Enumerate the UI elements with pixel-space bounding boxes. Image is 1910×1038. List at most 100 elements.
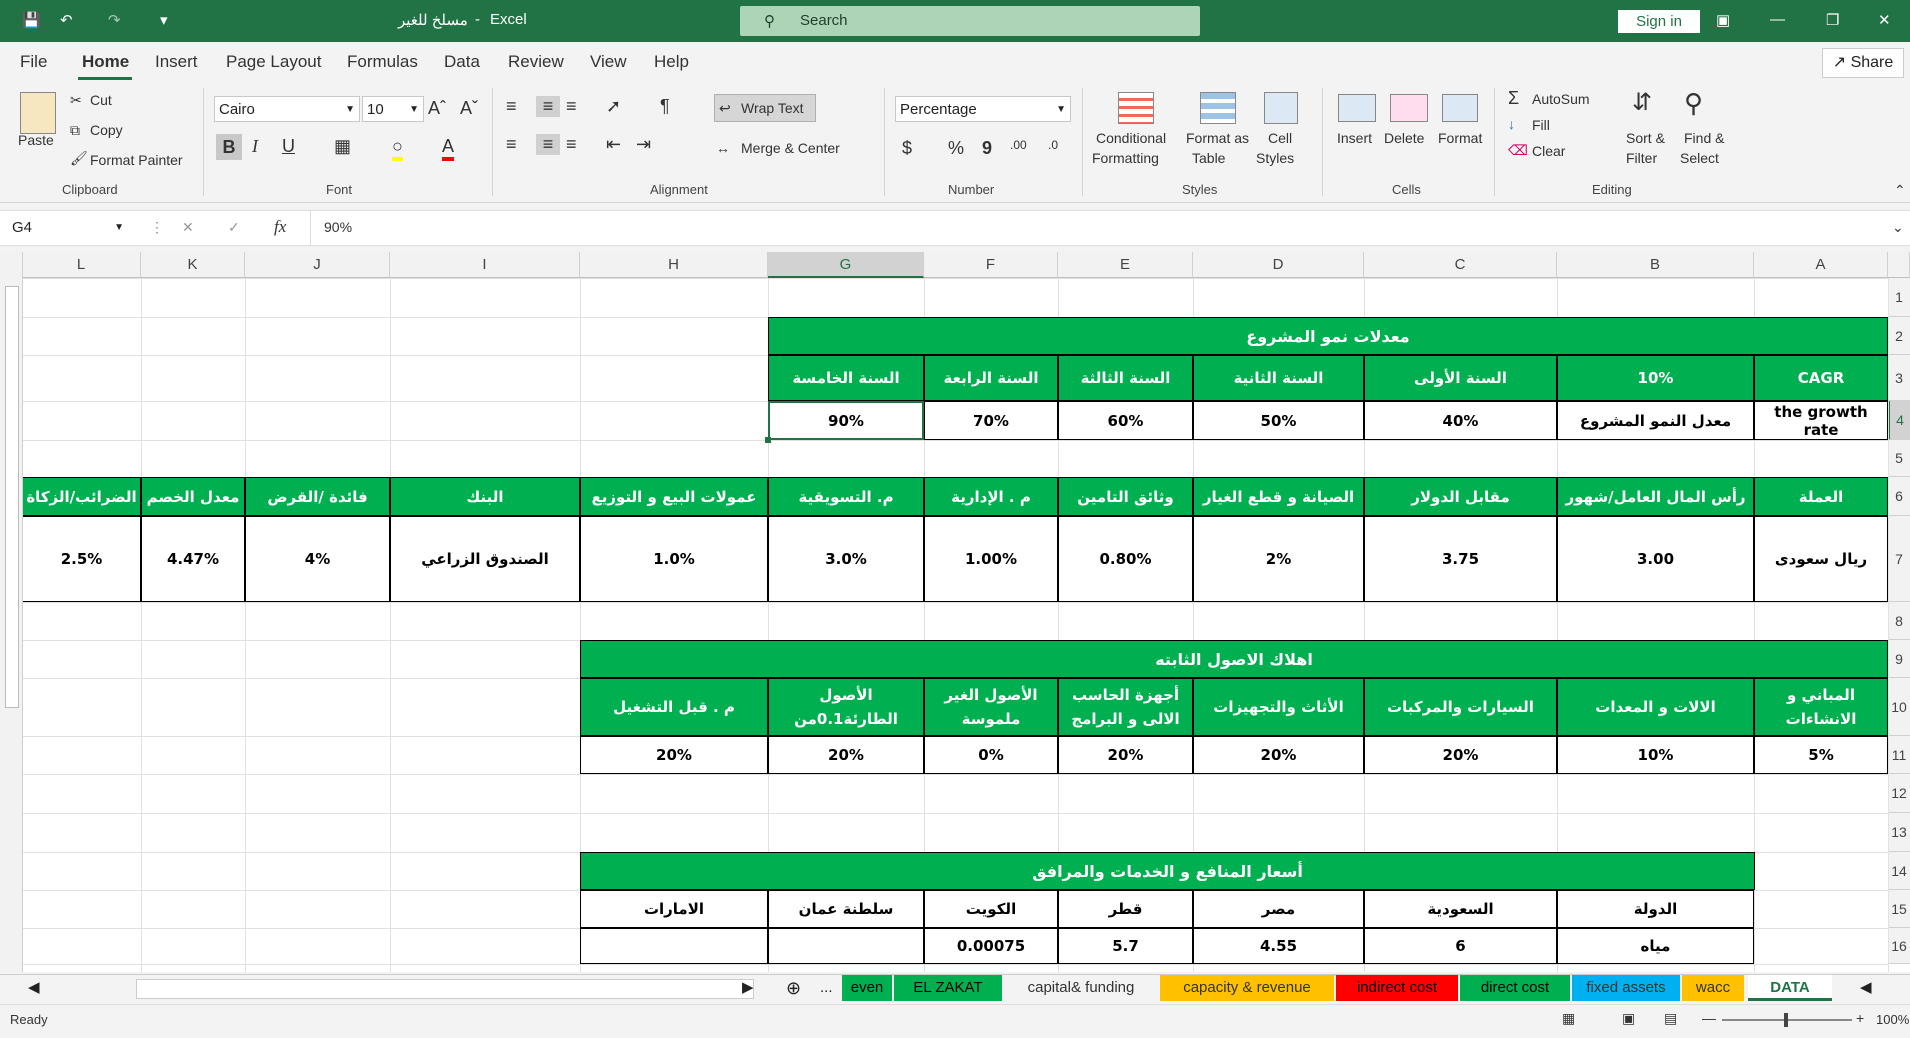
column-header-i[interactable]: I	[390, 252, 580, 278]
column-header-j[interactable]: J	[245, 252, 390, 278]
horizontal-scrollbar[interactable]	[136, 979, 754, 999]
utility-value[interactable]: 6	[1364, 928, 1557, 964]
restore-icon[interactable]: ❐	[1826, 11, 1839, 29]
utility-header[interactable]: قطر	[1058, 890, 1193, 928]
param-value[interactable]: 1.00%	[924, 516, 1058, 602]
undo-icon[interactable]: ↶	[60, 11, 73, 29]
tab-help[interactable]: Help	[654, 52, 689, 72]
growth-rate-label-ar[interactable]: معدل النمو المشروع	[1557, 401, 1754, 440]
sheet-tab-el-zakat[interactable]: EL ZAKAT	[894, 975, 1002, 1001]
styles-label[interactable]: Styles	[1256, 150, 1294, 166]
depreciation-header[interactable]: الأثاث والتجهيزات	[1193, 678, 1364, 736]
cagr-label[interactable]: CAGR	[1754, 355, 1888, 401]
param-value[interactable]: ريال سعودى	[1754, 516, 1888, 602]
param-value[interactable]: 2.5%	[22, 516, 141, 602]
sheet-tab-wacc[interactable]: wacc	[1682, 975, 1744, 1001]
depreciation-value[interactable]: 10%	[1557, 736, 1754, 774]
tab-review[interactable]: Review	[508, 52, 564, 72]
row-header-10[interactable]: 10	[1888, 678, 1910, 736]
utility-value[interactable]	[768, 928, 924, 964]
format-as-table-icon[interactable]	[1200, 92, 1236, 124]
search-box[interactable]: ⚲ Search	[740, 6, 1200, 36]
find-label[interactable]: Find &	[1684, 130, 1724, 146]
save-icon[interactable]: 💾	[22, 11, 41, 29]
param-value[interactable]: 3.75	[1364, 516, 1557, 602]
param-header[interactable]: م . الإدارية	[924, 477, 1058, 516]
column-header-l[interactable]: L	[22, 252, 141, 278]
param-header[interactable]: عمولات البيع و التوزيع	[580, 477, 768, 516]
utility-value[interactable]: 5.7	[1058, 928, 1193, 964]
format-as-label[interactable]: Format as	[1186, 130, 1249, 146]
depreciation-header[interactable]: أجهزة الحاسب الالى و البرامج	[1058, 678, 1193, 736]
column-header-c[interactable]: C	[1364, 252, 1557, 278]
format-cells-button[interactable]: Format	[1438, 130, 1482, 146]
depreciation-header[interactable]: الالات و المعدات	[1557, 678, 1754, 736]
sort-label[interactable]: Sort &	[1626, 130, 1665, 146]
number-format-combo[interactable]: Percentage ▼	[895, 96, 1071, 122]
utility-header[interactable]: مصر	[1193, 890, 1364, 928]
depreciation-header[interactable]: المباني و الانشاءات	[1754, 678, 1888, 736]
utility-header[interactable]: الامارات	[580, 890, 768, 928]
fill-handle[interactable]	[765, 437, 771, 443]
enter-icon[interactable]: ✓	[228, 219, 240, 236]
page-layout-view-icon[interactable]: ▣	[1622, 1010, 1635, 1027]
increase-decimal-icon[interactable]: .00	[1010, 138, 1027, 152]
formatting-label[interactable]: Formatting	[1092, 150, 1159, 166]
font-name-combo[interactable]: Cairo ▼	[214, 96, 360, 122]
collapse-ribbon-icon[interactable]: ⌃	[1894, 182, 1906, 199]
tab-home[interactable]: Home	[82, 52, 129, 72]
clear-icon[interactable]: ⌫	[1508, 142, 1528, 159]
delete-cells-button[interactable]: Delete	[1384, 130, 1424, 146]
align-center-icon[interactable]: ≡	[536, 134, 560, 155]
utility-header[interactable]: السعودية	[1364, 890, 1557, 928]
growth-value-5-selected[interactable]: 90%	[768, 401, 924, 440]
row-header-5[interactable]: 5	[1888, 440, 1910, 477]
depreciation-header[interactable]: السيارات والمركبات	[1364, 678, 1557, 736]
bold-button[interactable]: B	[216, 134, 242, 160]
param-header[interactable]: فائدة /القرض	[245, 477, 390, 516]
depreciation-value[interactable]: 20%	[1058, 736, 1193, 774]
row-header-13[interactable]: 13	[1888, 813, 1910, 852]
close-icon[interactable]: ✕	[1878, 11, 1891, 29]
font-color-icon[interactable]: A	[442, 136, 455, 161]
align-right-icon[interactable]: ≡	[566, 134, 577, 155]
cell-styles-icon[interactable]	[1264, 92, 1298, 124]
sheet-tab-even[interactable]: even	[842, 975, 892, 1001]
copy-icon[interactable]: ⧉	[70, 122, 80, 139]
align-bottom-icon[interactable]: ≡	[566, 96, 577, 117]
param-value[interactable]: الصندوق الزراعي	[390, 516, 580, 602]
clear-button[interactable]: Clear	[1532, 143, 1565, 159]
decrease-font-icon[interactable]: Aˇ	[460, 98, 478, 119]
column-header-f[interactable]: F	[924, 252, 1058, 278]
param-header[interactable]: البنك	[390, 477, 580, 516]
utilities-title[interactable]: أسعار المنافع و الخدمات والمرافق	[580, 852, 1755, 890]
depreciation-value[interactable]: 5%	[1754, 736, 1888, 774]
formula-input[interactable]: 90%	[324, 219, 352, 235]
param-header[interactable]: رأس المال العامل/شهور	[1557, 477, 1754, 516]
format-painter-button[interactable]: Format Painter	[90, 152, 183, 168]
minimize-icon[interactable]: —	[1770, 11, 1785, 28]
sheet-tab-indirect-cost[interactable]: indirect cost	[1336, 975, 1458, 1001]
growth-title[interactable]: معدلات نمو المشروع	[768, 317, 1888, 355]
column-header-d[interactable]: D	[1193, 252, 1364, 278]
column-header-a[interactable]: A	[1754, 252, 1888, 278]
worksheet-grid[interactable]: LKJIHGFEDCBA 1 2 3 4 5 6 7 8 9 10 11 12 13 14 15 16 معد…	[0, 252, 1910, 972]
param-header[interactable]: وثائق التامين	[1058, 477, 1193, 516]
sort-filter-icon[interactable]: ⇵	[1632, 88, 1652, 117]
increase-indent-icon[interactable]: ⇥	[636, 134, 651, 155]
insert-function-button[interactable]: fx	[274, 217, 286, 237]
merge-center-icon[interactable]: ↔	[716, 140, 730, 156]
scroll-right-icon[interactable]: ▶	[736, 975, 760, 1001]
autosum-icon[interactable]: Σ	[1508, 88, 1519, 109]
align-middle-icon[interactable]: ≡	[536, 96, 560, 117]
comma-button[interactable]: 9	[982, 138, 992, 159]
param-value[interactable]: 2%	[1193, 516, 1364, 602]
insert-cells-button[interactable]: Insert	[1337, 130, 1372, 146]
expand-formula-icon[interactable]: ⌄	[1892, 219, 1904, 236]
year-2-header[interactable]: السنة الثانية	[1193, 355, 1364, 401]
depreciation-value[interactable]: 20%	[1193, 736, 1364, 774]
row-header-7[interactable]: 7	[1888, 516, 1910, 602]
zoom-out-icon[interactable]: —	[1702, 1010, 1716, 1026]
tab-page-layout[interactable]: Page Layout	[226, 52, 321, 72]
scroll-left-icon[interactable]: ◀	[22, 975, 46, 1001]
